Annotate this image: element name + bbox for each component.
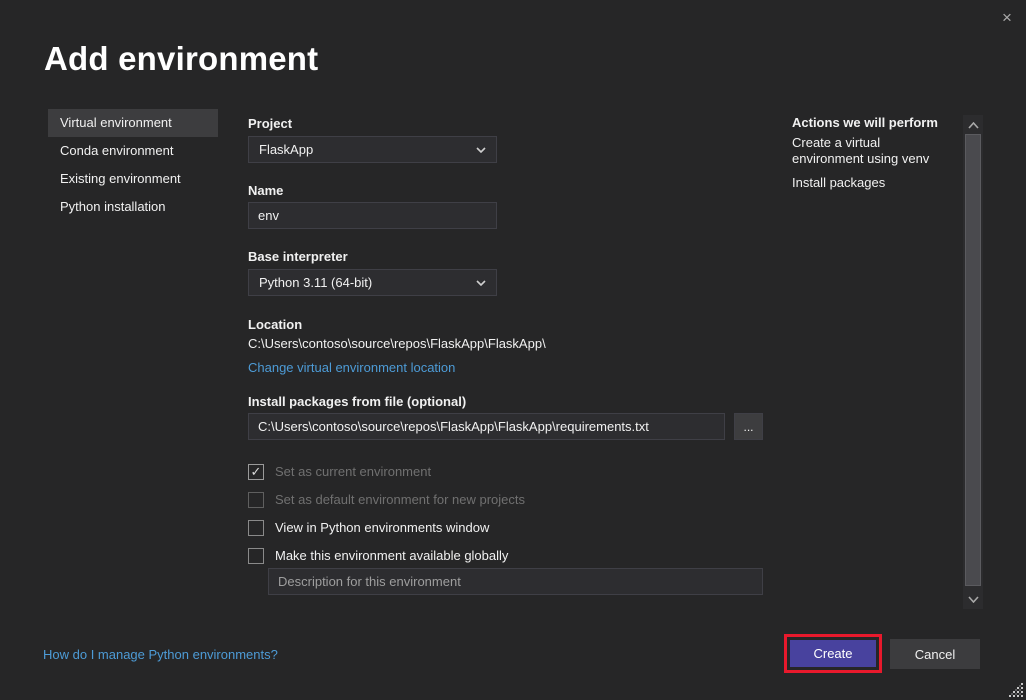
create-button[interactable]: Create xyxy=(790,640,876,667)
checkbox-row-set-as-current: ✓ Set as current environment xyxy=(248,463,431,480)
project-dropdown-value: FlaskApp xyxy=(259,142,313,157)
dialog-title: Add environment xyxy=(44,40,318,78)
location-label: Location xyxy=(248,317,302,332)
install-packages-label: Install packages from file (optional) xyxy=(248,394,466,409)
close-icon[interactable]: × xyxy=(994,5,1020,31)
checkbox-row-set-as-default: Set as default environment for new proje… xyxy=(248,491,525,508)
base-interpreter-label: Base interpreter xyxy=(248,249,348,264)
vertical-scrollbar[interactable] xyxy=(963,115,983,609)
sidebar-item-virtual-environment[interactable]: Virtual environment xyxy=(48,109,218,137)
browse-button[interactable]: ... xyxy=(734,413,763,440)
manage-environments-help-link[interactable]: How do I manage Python environments? xyxy=(43,647,278,662)
checkbox-row-view-in-window: View in Python environments window xyxy=(248,519,489,536)
add-environment-dialog: × Add environment Virtual environment Co… xyxy=(0,0,1026,700)
actions-panel-title: Actions we will perform xyxy=(792,115,950,130)
checkbox-row-available-globally: Make this environment available globally xyxy=(248,547,508,564)
check-icon: ✓ xyxy=(251,465,262,478)
checkbox-available-globally[interactable] xyxy=(248,548,264,564)
install-packages-input[interactable] xyxy=(248,413,725,440)
checkbox-label: View in Python environments window xyxy=(275,520,489,535)
resize-grip-icon[interactable] xyxy=(1008,682,1025,699)
environment-type-list: Virtual environment Conda environment Ex… xyxy=(48,109,218,221)
chevron-down-icon xyxy=(476,147,486,153)
base-interpreter-dropdown-value: Python 3.11 (64-bit) xyxy=(259,275,372,290)
name-input[interactable] xyxy=(248,202,497,229)
base-interpreter-dropdown[interactable]: Python 3.11 (64-bit) xyxy=(248,269,497,296)
sidebar-item-conda-environment[interactable]: Conda environment xyxy=(48,137,218,165)
checkbox-label: Set as current environment xyxy=(275,464,431,479)
cancel-button[interactable]: Cancel xyxy=(890,639,980,669)
scroll-down-icon[interactable] xyxy=(963,591,983,607)
scroll-up-icon[interactable] xyxy=(963,117,983,133)
checkbox-view-in-window[interactable] xyxy=(248,520,264,536)
sidebar-item-python-installation[interactable]: Python installation xyxy=(48,193,218,221)
checkbox-label: Make this environment available globally xyxy=(275,548,508,563)
red-highlight-annotation: Create xyxy=(784,634,882,673)
actions-panel: Actions we will perform Create a virtual… xyxy=(792,115,950,199)
project-label: Project xyxy=(248,116,292,131)
project-dropdown[interactable]: FlaskApp xyxy=(248,136,497,163)
chevron-down-icon xyxy=(476,280,486,286)
sidebar-item-existing-environment[interactable]: Existing environment xyxy=(48,165,218,193)
checkbox-label: Set as default environment for new proje… xyxy=(275,492,525,507)
change-location-link[interactable]: Change virtual environment location xyxy=(248,360,455,375)
scrollbar-thumb[interactable] xyxy=(965,134,981,586)
name-label: Name xyxy=(248,183,283,198)
action-item: Create a virtual environment using venv xyxy=(792,135,950,167)
description-input[interactable] xyxy=(268,568,763,595)
checkbox-set-as-default[interactable] xyxy=(248,492,264,508)
checkbox-set-as-current[interactable]: ✓ xyxy=(248,464,264,480)
location-path: C:\Users\contoso\source\repos\FlaskApp\F… xyxy=(248,336,546,351)
action-item: Install packages xyxy=(792,175,950,191)
